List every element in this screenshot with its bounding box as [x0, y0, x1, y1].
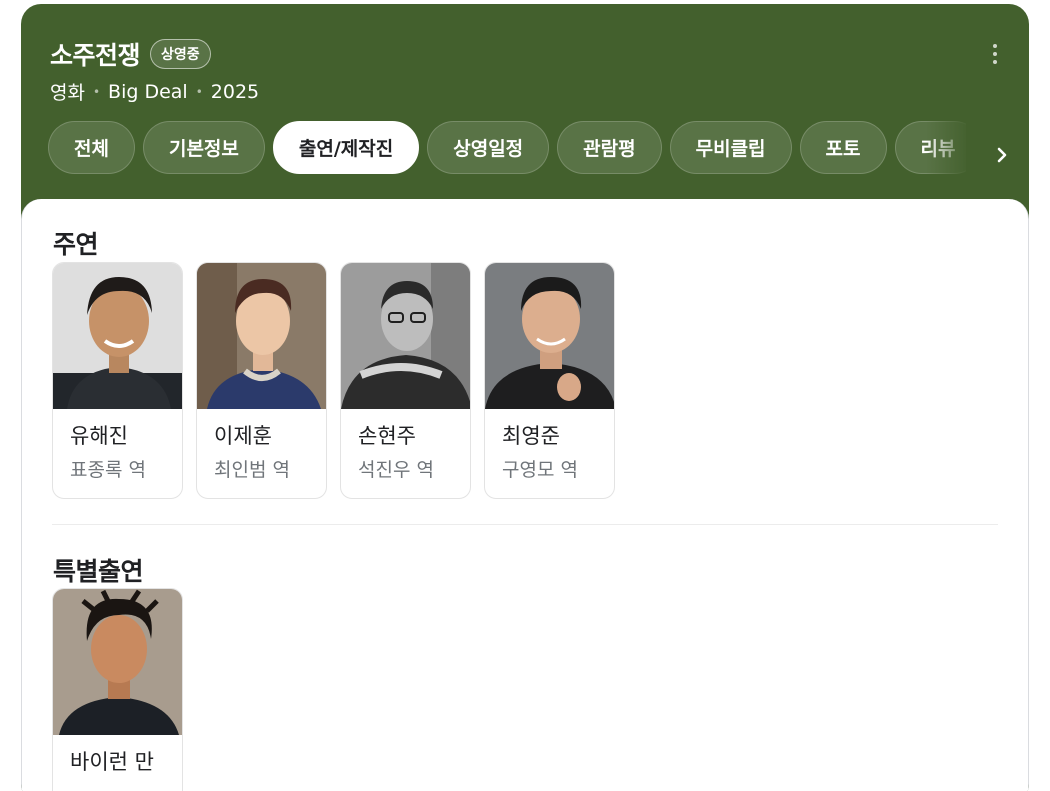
cast-card[interactable]: 이제훈 최인범 역 [196, 262, 327, 499]
actor-photo [197, 263, 326, 409]
more-vert-icon[interactable] [983, 42, 1007, 66]
meta-type: 영화 [50, 82, 85, 104]
cast-content: 주연 유해진 표종록 역 이제훈 최인범 역 손현주 석진우 역 최영준 구영모… [21, 199, 1029, 791]
title-row: 소주전쟁 상영중 [50, 36, 211, 72]
actor-photo [53, 263, 182, 409]
role-name: 석진우 역 [358, 459, 434, 481]
tabs-fade [926, 121, 971, 177]
cast-card[interactable]: 유해진 표종록 역 [52, 262, 183, 499]
section-title-main-cast: 주연 [53, 230, 99, 259]
meta-english-title: Big Deal [108, 80, 188, 103]
actor-name: 유해진 [70, 424, 128, 448]
section-title-special-appearance: 특별출연 [53, 557, 144, 586]
tab-photos[interactable]: 포토 [799, 121, 887, 174]
tab-bar: 전체 기본정보 출연/제작진 상영일정 관람평 무비클립 포토 리뷰 [48, 121, 966, 175]
actor-name: 이제훈 [214, 424, 272, 448]
role-name: 최인범 역 [214, 459, 290, 481]
special-appearance-list: 바이런 만 [52, 588, 183, 791]
actor-name: 손현주 [358, 424, 416, 448]
actor-photo [53, 589, 182, 735]
tab-cast-crew[interactable]: 출연/제작진 [272, 121, 420, 174]
actor-photo [341, 263, 470, 409]
actor-name: 최영준 [502, 424, 560, 448]
movie-panel: 소주전쟁 상영중 영화 • Big Deal • 2025 전체 기본정보 출연… [21, 4, 1029, 791]
meta-separator: • [195, 84, 203, 99]
tab-reviews-audience[interactable]: 관람평 [557, 121, 662, 174]
movie-meta: 영화 • Big Deal • 2025 [50, 78, 259, 105]
main-cast-list: 유해진 표종록 역 이제훈 최인범 역 손현주 석진우 역 최영준 구영모 역 [52, 262, 615, 499]
cast-card[interactable]: 최영준 구영모 역 [484, 262, 615, 499]
meta-separator: • [92, 84, 101, 99]
role-name: 표종록 역 [70, 459, 146, 481]
section-divider [52, 524, 998, 525]
movie-title[interactable]: 소주전쟁 [50, 36, 141, 72]
actor-photo [485, 263, 614, 409]
status-badge: 상영중 [150, 39, 211, 69]
tab-movie-clips[interactable]: 무비클립 [669, 121, 792, 174]
role-name: 구영모 역 [502, 459, 578, 481]
cast-card[interactable]: 손현주 석진우 역 [340, 262, 471, 499]
actor-name: 바이런 만 [70, 750, 154, 774]
meta-year: 2025 [210, 80, 260, 103]
tab-basic-info[interactable]: 기본정보 [142, 121, 265, 174]
cast-card[interactable]: 바이런 만 [52, 588, 183, 791]
movie-header: 소주전쟁 상영중 영화 • Big Deal • 2025 전체 기본정보 출연… [21, 4, 1029, 200]
tab-all[interactable]: 전체 [48, 121, 135, 174]
tab-showtimes[interactable]: 상영일정 [427, 121, 550, 174]
chevron-right-icon[interactable] [987, 140, 1017, 170]
